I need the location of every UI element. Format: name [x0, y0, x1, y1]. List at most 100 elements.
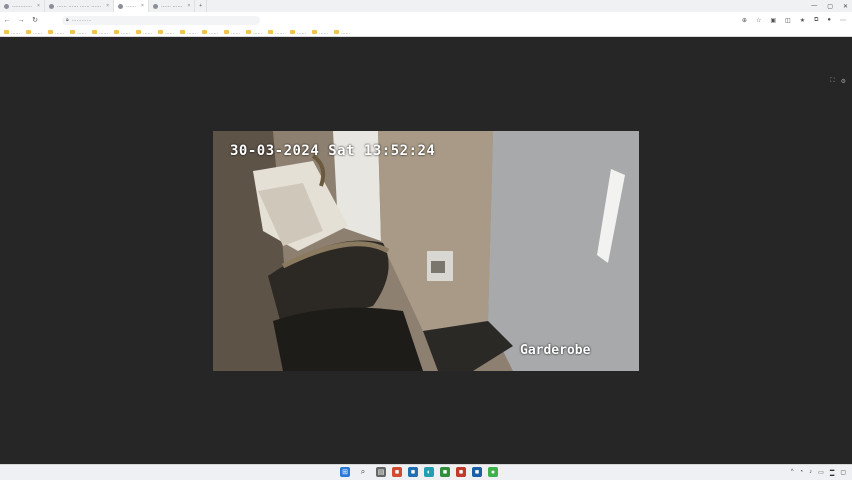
bookmark-label: ……	[77, 29, 86, 35]
close-tab-icon[interactable]: ×	[141, 3, 144, 9]
search-icon[interactable]: ⌕	[356, 467, 370, 477]
lock-icon: 🔒︎	[66, 17, 69, 23]
camera-timestamp: 30-03-2024 Sat 13:52:24	[230, 143, 436, 159]
start-icon[interactable]: ⊞	[340, 467, 350, 477]
collections-icon[interactable]: ⧉	[814, 17, 818, 24]
bookmark-item[interactable]: ……	[136, 30, 152, 35]
bookmark-label: ……	[11, 29, 20, 35]
folder-icon	[26, 30, 31, 34]
folder-icon	[92, 30, 97, 34]
folder-icon	[4, 30, 9, 34]
bookmark-label: ……	[33, 29, 42, 35]
bookmark-item[interactable]: ……	[114, 30, 130, 35]
fullscreen-icon[interactable]: ⛶	[830, 78, 834, 85]
bookmark-item[interactable]: ……	[202, 30, 218, 35]
forward-icon[interactable]: →	[14, 17, 28, 24]
settings-icon[interactable]: ⚙	[841, 78, 846, 85]
bookmark-item[interactable]: ……	[92, 30, 108, 35]
tab-favicon-icon	[152, 3, 158, 9]
minimize-icon[interactable]: —	[811, 3, 817, 9]
bookmark-item[interactable]: ……	[48, 30, 64, 35]
profile-icon[interactable]: ●	[827, 17, 831, 23]
task-view-icon[interactable]: ▤	[376, 467, 386, 477]
address-bar[interactable]: 🔒︎ …………	[62, 15, 260, 25]
tab-2[interactable]: …… …… …… …… ×	[45, 0, 115, 12]
chevron-up-icon[interactable]: ^	[791, 469, 794, 475]
bookmark-item[interactable]: ……	[246, 30, 262, 35]
clock-date-icon: ▬	[829, 472, 835, 477]
folder-icon	[136, 30, 141, 34]
star-icon[interactable]: ☆	[756, 17, 761, 24]
bookmark-item[interactable]: ……	[224, 30, 240, 35]
camera-name-label: Garderobe	[520, 343, 591, 358]
close-tab-icon[interactable]: ×	[187, 3, 190, 9]
back-icon[interactable]: ←	[0, 17, 14, 24]
tab-title: …… ……	[160, 3, 183, 9]
bookmark-label: ……	[187, 29, 196, 35]
app-icon[interactable]: ■	[440, 467, 450, 477]
menu-icon[interactable]: ⋯	[840, 17, 846, 24]
bookmark-label: ……	[165, 29, 174, 35]
tab-favicon-icon	[48, 3, 54, 9]
bookmark-item[interactable]: ……	[334, 30, 350, 35]
volume-icon[interactable]: ♪	[809, 469, 812, 475]
folder-icon	[224, 30, 229, 34]
app-icon[interactable]: ■	[408, 467, 418, 477]
taskbar-apps: ⊞ ⌕ ▤ ■ ■ ◐ ■ ■ ■ ●	[340, 467, 498, 477]
close-window-icon[interactable]: ✕	[843, 3, 848, 10]
app-icon[interactable]: ■	[392, 467, 402, 477]
clock[interactable]: ▬ ▬	[830, 467, 835, 477]
folder-icon	[312, 30, 317, 34]
bookmark-item[interactable]: ……	[158, 30, 174, 35]
zoom-icon[interactable]: ⊕	[742, 17, 747, 24]
browser-toolbar: ← → ↻ 🔒︎ ………… ⊕ ☆ ▣ ◫ ★ ⧉ ● ⋯	[0, 12, 852, 28]
tab-title: ……	[126, 3, 137, 9]
folder-icon	[202, 30, 207, 34]
tab-4[interactable]: …… …… ×	[149, 0, 196, 12]
folder-icon	[180, 30, 185, 34]
bookmark-label: ……	[209, 29, 218, 35]
bookmark-label: ……	[121, 29, 130, 35]
tab-title: …… …… …… ……	[56, 3, 102, 9]
bookmark-label: ……	[297, 29, 306, 35]
maximize-icon[interactable]: ▢	[827, 3, 833, 10]
bookmark-item[interactable]: ……	[290, 30, 306, 35]
app-icon[interactable]: ■	[456, 467, 466, 477]
folder-icon	[158, 30, 163, 34]
close-tab-icon[interactable]: ×	[37, 3, 40, 9]
refresh-icon[interactable]: ↻	[28, 16, 42, 24]
camera-image	[213, 131, 639, 371]
browser-icon[interactable]: ◐	[424, 467, 434, 477]
bookmark-item[interactable]: ……	[180, 30, 196, 35]
bookmark-label: ……	[231, 29, 240, 35]
tab-3-active[interactable]: …… ×	[114, 0, 149, 12]
bookmark-item[interactable]: ……	[4, 30, 20, 35]
app-icon[interactable]: ■	[472, 467, 482, 477]
battery-icon[interactable]: ▭	[818, 469, 824, 476]
bookmark-item[interactable]: ……	[268, 30, 284, 35]
bookmark-label: ……	[341, 29, 350, 35]
folder-icon	[70, 30, 75, 34]
folder-icon	[268, 30, 273, 34]
tab-1[interactable]: ………… ×	[0, 0, 45, 12]
notification-icon[interactable]: ▢	[840, 469, 846, 476]
network-icon[interactable]: ◔	[800, 469, 804, 475]
close-tab-icon[interactable]: ×	[106, 3, 109, 9]
toolbar-actions: ⊕ ☆ ▣ ◫ ★ ⧉ ● ⋯	[742, 12, 846, 28]
camera-feed[interactable]: 30-03-2024 Sat 13:52:24 Garderobe	[213, 131, 639, 371]
bookmark-item[interactable]: ……	[312, 30, 328, 35]
system-tray: ^ ◔ ♪ ▭ ▬ ▬ ▢	[791, 467, 846, 477]
folder-icon	[246, 30, 251, 34]
bookmark-label: ……	[55, 29, 64, 35]
wechat-icon[interactable]: ●	[488, 467, 498, 477]
favorites-icon[interactable]: ★	[800, 17, 805, 24]
tab-favicon-icon	[4, 3, 9, 9]
bookmark-item[interactable]: ……	[26, 30, 42, 35]
split-view-icon[interactable]: ◫	[785, 17, 791, 24]
extensions-icon[interactable]: ▣	[770, 17, 776, 24]
bookmarks-bar: …… …… …… …… …… …… …… …… …… …… …… …… …… ……	[0, 28, 852, 37]
folder-icon	[48, 30, 53, 34]
bookmark-item[interactable]: ……	[70, 30, 86, 35]
folder-icon	[114, 30, 119, 34]
new-tab-icon[interactable]: +	[195, 0, 208, 12]
